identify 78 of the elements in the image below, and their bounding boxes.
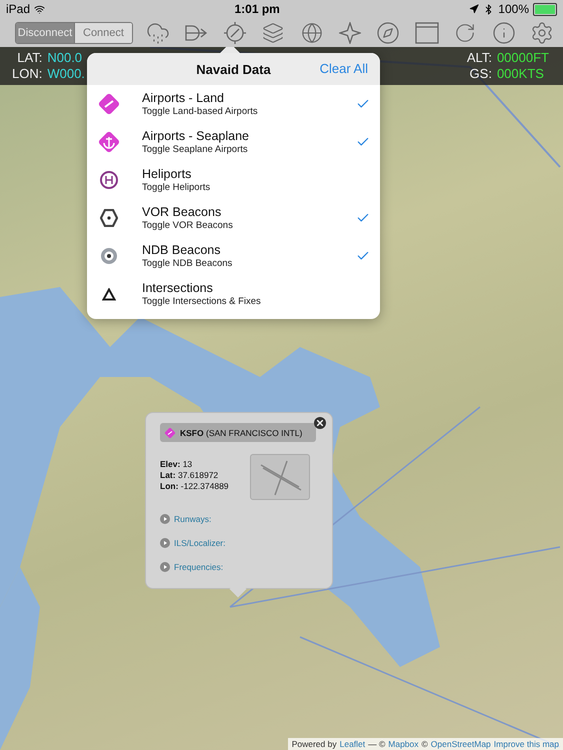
popover-title: Navaid Data	[196, 62, 271, 76]
option-subtitle: Toggle Land-based Airports	[142, 106, 259, 118]
connection-segment[interactable]: Connect	[74, 22, 132, 42]
navaid-option[interactable]: Airports - Land Toggle Land-based Airports	[87, 85, 380, 123]
navaid-option[interactable]: Heliports Toggle Heliports	[87, 161, 380, 199]
wifi-icon	[34, 4, 46, 14]
navaid-button[interactable]	[222, 20, 248, 46]
device-name: iPad	[6, 2, 30, 16]
bluetooth-icon	[483, 4, 494, 14]
ndb-icon	[100, 247, 118, 265]
option-subtitle: Toggle VOR Beacons	[142, 220, 234, 232]
expand-section-link[interactable]: Runways:	[160, 514, 320, 524]
attribution-link[interactable]: Leaflet	[340, 739, 366, 749]
airport-icon	[164, 426, 176, 438]
gs-value: 000KTS	[496, 66, 545, 82]
option-subtitle: Toggle NDB Beacons	[142, 258, 234, 270]
navaid-option[interactable]: VOR Beacons Toggle VOR Beacons	[87, 199, 380, 237]
navaid-option[interactable]: Airports - Seaplane Toggle Seaplane Airports	[87, 123, 380, 161]
option-title: Airports - Land	[142, 90, 225, 106]
runway-diagram	[250, 454, 310, 500]
heliport-icon	[99, 170, 119, 190]
navaid-option[interactable]: Intersections Toggle Intersections & Fixes	[87, 275, 380, 313]
lat-value: N00.0	[47, 50, 84, 66]
play-icon	[160, 562, 170, 572]
star-icon	[338, 22, 361, 44]
lon-value: W000.	[47, 66, 85, 82]
gs-label: GS:	[468, 66, 492, 82]
layers-icon	[262, 22, 284, 44]
attribution-text: — ©	[368, 739, 386, 749]
option-subtitle: Toggle Seaplane Airports	[142, 144, 249, 156]
option-title: NDB Beacons	[142, 242, 222, 258]
attribution-text: ©	[422, 739, 428, 749]
info-icon	[492, 20, 516, 44]
attribution-link[interactable]: Mapbox	[388, 739, 419, 749]
play-icon	[160, 514, 170, 524]
route-icon	[184, 22, 208, 42]
clear-all-button[interactable]: Clear All	[320, 61, 368, 76]
star-button[interactable]	[336, 20, 363, 46]
vor-icon	[100, 209, 118, 227]
triangle-icon	[102, 288, 116, 300]
close-button[interactable]	[314, 417, 326, 429]
location-icon	[469, 4, 480, 14]
lat-label: LAT:	[16, 50, 42, 66]
attribution-link[interactable]: Improve this map	[494, 739, 559, 749]
close-icon	[317, 420, 323, 426]
refresh-icon	[454, 22, 476, 44]
play-icon	[160, 538, 170, 548]
attribution-text: Powered by	[292, 739, 337, 749]
option-subtitle: Toggle Heliports	[142, 182, 212, 194]
navaid-option[interactable]: NDB Beacons Toggle NDB Beacons	[87, 237, 380, 275]
alt-value: 00000FT	[496, 50, 549, 66]
globe-icon	[300, 22, 323, 44]
option-title: VOR Beacons	[142, 204, 222, 220]
airport-detail: Elev: 13	[160, 459, 194, 470]
expand-section-link[interactable]: Frequencies:	[160, 562, 320, 572]
option-title: Airports - Seaplane	[142, 128, 250, 144]
attribution-link[interactable]: OpenStreetMap	[430, 739, 491, 749]
alt-label: ALT:	[466, 50, 492, 66]
navaid-icon	[222, 20, 247, 44]
compass-icon	[376, 20, 400, 44]
window-icon	[414, 22, 439, 44]
battery-icon	[533, 2, 557, 16]
option-title: Intersections	[142, 280, 214, 296]
airport-detail: Lat: 37.618972	[160, 470, 220, 481]
lon-label: LON:	[12, 66, 42, 82]
clock-time: 1:01 pm	[234, 2, 280, 16]
settings-icon	[530, 20, 554, 44]
info-button[interactable]	[490, 20, 517, 46]
airport-detail: Lon: -122.374889	[160, 481, 229, 492]
window-button[interactable]	[414, 20, 440, 46]
connection-segment[interactable]: Disconnect	[16, 22, 74, 42]
compass-button[interactable]	[375, 20, 402, 46]
option-subtitle: Toggle Intersections & Fixes	[142, 296, 262, 308]
airport-name: KSFO (SAN FRANCISCO INTL)	[180, 428, 302, 438]
expand-section-link[interactable]: ILS/Localizer:	[160, 538, 320, 548]
cloud-rain-icon	[146, 20, 170, 44]
battery-percent: 100%	[498, 2, 529, 16]
option-title: Heliports	[142, 166, 192, 182]
